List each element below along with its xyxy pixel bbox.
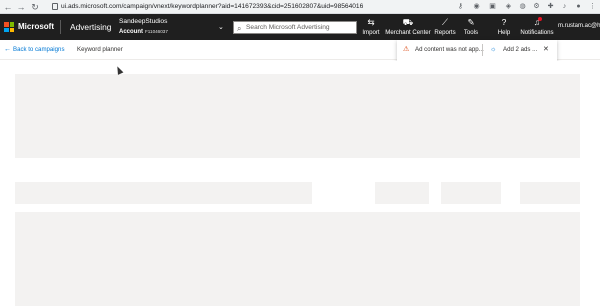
search-icon: ⌕	[237, 24, 242, 33]
import-label: Import	[362, 29, 380, 36]
account-label: Account	[119, 29, 143, 35]
loading-placeholder-top	[15, 74, 580, 158]
close-icon[interactable]: ✕	[543, 45, 549, 55]
avatar[interactable]: ●	[574, 2, 583, 11]
account-label-line[interactable]: Account F11046037	[119, 27, 168, 37]
account-name[interactable]: SandeepStudios	[119, 17, 167, 26]
back-to-campaigns-link[interactable]: ← Back to campaigns	[4, 45, 65, 55]
music-icon[interactable]: ♪	[560, 2, 569, 11]
import-icon: ⇆	[367, 17, 375, 27]
notification-divider	[482, 44, 483, 56]
shield-icon[interactable]: ◈	[504, 2, 513, 11]
merchant-center-button[interactable]: ⛟ Merchant Center	[384, 17, 432, 39]
grammar-extension-icon[interactable]: ◉	[472, 2, 481, 11]
notification-badge	[538, 17, 542, 21]
user-email[interactable]: m.rustam.ac@hot	[558, 22, 600, 31]
help-icon: ?	[501, 17, 507, 27]
page-title: Keyword planner	[77, 46, 123, 53]
reports-icon: ⟋	[442, 17, 448, 27]
browser-toolbar: ← → ↻ ui.ads.microsoft.com/campaign/vnex…	[0, 0, 600, 14]
loading-placeholder-bar-3	[441, 182, 501, 204]
puzzle-icon[interactable]: ✚	[546, 2, 555, 11]
warning-message[interactable]: Ad content was not app...	[415, 45, 484, 55]
reload-icon[interactable]: ↻	[30, 1, 40, 13]
account-chevron-down-icon[interactable]: ⌄	[218, 23, 224, 33]
camera-icon[interactable]: ▣	[488, 2, 497, 11]
tip-message[interactable]: Add 2 ads ...	[503, 45, 537, 55]
header-divider	[60, 20, 61, 34]
product-name[interactable]: Advertising	[70, 21, 111, 33]
lock-icon	[52, 3, 58, 10]
loading-placeholder-bar-2	[375, 182, 429, 204]
gear-icon[interactable]: ⚙	[532, 2, 541, 11]
search-input[interactable]	[246, 22, 356, 33]
key-icon[interactable]: ⚷	[456, 2, 465, 11]
back-to-campaigns-label: Back to campaigns	[13, 46, 65, 53]
extension-icon[interactable]: ◍	[518, 2, 527, 11]
menu-icon[interactable]: ⋮	[588, 2, 597, 11]
back-arrow-icon[interactable]: ←	[3, 1, 13, 13]
loading-placeholder-bar-4	[520, 182, 580, 204]
help-button[interactable]: ? Help	[494, 17, 514, 39]
main-content	[0, 61, 600, 306]
reports-label: Reports	[434, 29, 456, 36]
bell-icon: ♫	[533, 17, 541, 27]
address-bar[interactable]: ui.ads.microsoft.com/campaign/vnext/keyw…	[61, 2, 363, 12]
notification-bar: ⚠ Ad content was not app... ☼ Add 2 ads …	[397, 40, 557, 61]
notifications-button[interactable]: ♫ Notifications	[518, 17, 556, 39]
help-label: Help	[497, 29, 511, 36]
loading-placeholder-bottom	[15, 212, 580, 306]
cart-icon: ⛟	[402, 17, 414, 27]
tools-label: Tools	[463, 29, 479, 36]
merchant-center-label: Merchant Center	[385, 29, 431, 36]
brand-name[interactable]: Microsoft	[18, 21, 54, 33]
loading-placeholder-bar-1	[15, 182, 312, 204]
microsoft-logo-icon	[4, 22, 14, 32]
app-header: Microsoft Advertising SandeepStudios Acc…	[0, 14, 600, 40]
notifications-label: Notifications	[520, 29, 554, 36]
reports-button[interactable]: ⟋ Reports	[432, 17, 458, 39]
forward-arrow-icon[interactable]: →	[16, 1, 26, 13]
search-box[interactable]: ⌕	[233, 21, 357, 34]
import-button[interactable]: ⇆ Import	[360, 17, 382, 39]
back-arrow-icon: ←	[4, 46, 11, 53]
warning-icon: ⚠	[403, 46, 410, 53]
account-id: F11046037	[145, 29, 168, 34]
lightbulb-icon: ☼	[490, 46, 497, 53]
tools-icon: ✎	[467, 17, 475, 27]
tools-button[interactable]: ✎ Tools	[460, 17, 482, 39]
